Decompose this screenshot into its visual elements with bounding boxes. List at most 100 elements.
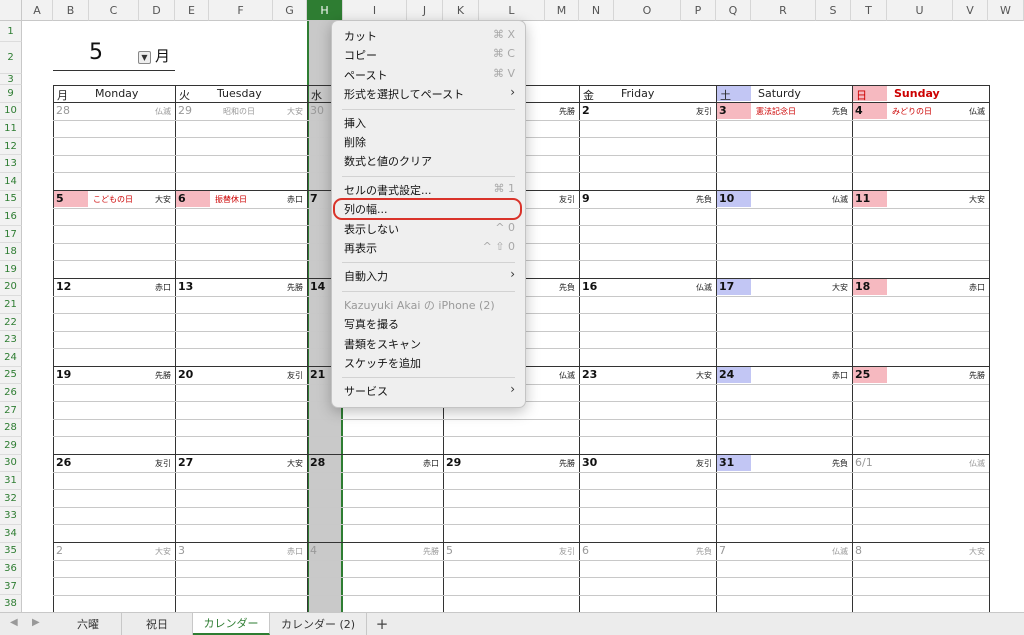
column-header-b[interactable]: B bbox=[53, 0, 89, 21]
row-header-32[interactable]: 32 bbox=[0, 489, 22, 508]
day-number[interactable]: 3 bbox=[178, 544, 185, 557]
row-header-24[interactable]: 24 bbox=[0, 349, 22, 367]
row-header-18[interactable]: 18 bbox=[0, 243, 22, 261]
row-header-28[interactable]: 28 bbox=[0, 419, 22, 437]
column-header-t[interactable]: T bbox=[851, 0, 887, 21]
row-header-34[interactable]: 34 bbox=[0, 525, 22, 543]
day-number[interactable]: 21 bbox=[310, 368, 325, 381]
row-header-37[interactable]: 37 bbox=[0, 577, 22, 596]
menu-item[interactable]: 挿入 bbox=[344, 115, 366, 131]
row-header-19[interactable]: 19 bbox=[0, 261, 22, 279]
row-header-10[interactable]: 10 bbox=[0, 102, 22, 121]
day-number[interactable]: 5 bbox=[56, 192, 64, 205]
day-number[interactable]: 12 bbox=[56, 280, 71, 293]
column-header-k[interactable]: K bbox=[443, 0, 479, 21]
day-number[interactable]: 29 bbox=[178, 104, 192, 117]
row-header-3[interactable]: 3 bbox=[0, 74, 22, 85]
row-header-21[interactable]: 21 bbox=[0, 296, 22, 314]
day-number[interactable]: 27 bbox=[178, 456, 193, 469]
day-number[interactable]: 5 bbox=[446, 544, 453, 557]
row-header-2[interactable]: 2 bbox=[0, 42, 22, 74]
day-number[interactable]: 14 bbox=[310, 280, 325, 293]
row-header-15[interactable]: 15 bbox=[0, 190, 22, 209]
select-all-corner[interactable] bbox=[0, 0, 22, 21]
day-number[interactable]: 3 bbox=[719, 104, 727, 117]
sheet-tab[interactable]: カレンダー bbox=[193, 613, 270, 635]
menu-item[interactable]: ペースト bbox=[344, 67, 387, 83]
row-header-9[interactable]: 9 bbox=[0, 85, 22, 103]
column-header-l[interactable]: L bbox=[479, 0, 545, 21]
row-header-30[interactable]: 30 bbox=[0, 454, 22, 473]
menu-item[interactable]: サービス bbox=[344, 383, 388, 399]
day-number[interactable]: 4 bbox=[855, 104, 863, 117]
row-header-13[interactable]: 13 bbox=[0, 155, 22, 173]
menu-item[interactable]: カット bbox=[344, 28, 377, 44]
column-header-a[interactable]: A bbox=[22, 0, 53, 21]
menu-item[interactable]: 形式を選択してペースト bbox=[344, 86, 464, 102]
day-number[interactable]: 2 bbox=[56, 544, 63, 557]
row-header-25[interactable]: 25 bbox=[0, 366, 22, 385]
day-number[interactable]: 7 bbox=[310, 192, 318, 205]
column-header-e[interactable]: E bbox=[175, 0, 209, 21]
sheet-tab[interactable]: カレンダー (2) bbox=[270, 613, 367, 635]
column-header-w[interactable]: W bbox=[988, 0, 1024, 21]
day-number[interactable]: 24 bbox=[719, 368, 734, 381]
column-header-o[interactable]: O bbox=[614, 0, 681, 21]
menu-item[interactable]: 自動入力 bbox=[344, 268, 388, 284]
day-number[interactable]: 20 bbox=[178, 368, 193, 381]
menu-item[interactable]: 削除 bbox=[344, 134, 366, 150]
row-header-23[interactable]: 23 bbox=[0, 331, 22, 349]
day-number[interactable]: 10 bbox=[719, 192, 734, 205]
add-sheet-button[interactable]: + bbox=[367, 613, 397, 635]
day-number[interactable]: 19 bbox=[56, 368, 71, 381]
column-header-j[interactable]: J bbox=[407, 0, 443, 21]
day-number[interactable]: 8 bbox=[855, 544, 862, 557]
row-header-33[interactable]: 33 bbox=[0, 507, 22, 525]
menu-item[interactable]: 再表示 bbox=[344, 240, 377, 256]
day-number[interactable]: 2 bbox=[582, 104, 590, 117]
day-number[interactable]: 16 bbox=[582, 280, 597, 293]
prev-sheet-icon[interactable]: ◀ bbox=[10, 617, 18, 628]
row-header-20[interactable]: 20 bbox=[0, 278, 22, 297]
day-number[interactable]: 30 bbox=[310, 104, 324, 117]
day-number[interactable]: 9 bbox=[582, 192, 590, 205]
day-number[interactable]: 13 bbox=[178, 280, 193, 293]
column-header-g[interactable]: G bbox=[273, 0, 307, 21]
menu-item[interactable]: 書類をスキャン bbox=[344, 336, 421, 352]
column-header-n[interactable]: N bbox=[579, 0, 614, 21]
day-number[interactable]: 29 bbox=[446, 456, 461, 469]
menu-item[interactable]: スケッチを追加 bbox=[344, 355, 421, 371]
row-header-12[interactable]: 12 bbox=[0, 137, 22, 156]
day-number[interactable]: 6/1 bbox=[855, 456, 873, 469]
day-number[interactable]: 25 bbox=[855, 368, 870, 381]
column-header-u[interactable]: U bbox=[887, 0, 953, 21]
column-header-m[interactable]: M bbox=[545, 0, 579, 21]
day-number[interactable]: 18 bbox=[855, 280, 870, 293]
menu-item[interactable]: コピー bbox=[344, 47, 377, 63]
dropdown-arrow-icon[interactable]: ▼ bbox=[138, 51, 151, 64]
day-number[interactable]: 31 bbox=[719, 456, 734, 469]
day-number[interactable]: 28 bbox=[310, 456, 325, 469]
row-header-17[interactable]: 17 bbox=[0, 225, 22, 244]
row-header-26[interactable]: 26 bbox=[0, 384, 22, 402]
column-header-s[interactable]: S bbox=[816, 0, 851, 21]
row-header-29[interactable]: 29 bbox=[0, 437, 22, 455]
column-header-q[interactable]: Q bbox=[716, 0, 751, 21]
column-header-c[interactable]: C bbox=[89, 0, 139, 21]
row-header-1[interactable]: 1 bbox=[0, 21, 22, 42]
row-header-22[interactable]: 22 bbox=[0, 313, 22, 332]
menu-item[interactable]: 表示しない bbox=[344, 221, 399, 237]
day-number[interactable]: 4 bbox=[310, 544, 317, 557]
row-header-31[interactable]: 31 bbox=[0, 472, 22, 490]
row-header-16[interactable]: 16 bbox=[0, 208, 22, 226]
day-number[interactable]: 23 bbox=[582, 368, 597, 381]
column-header-h[interactable]: H bbox=[307, 0, 343, 21]
column-header-f[interactable]: F bbox=[209, 0, 273, 21]
column-header-p[interactable]: P bbox=[681, 0, 716, 21]
column-header-i[interactable]: I bbox=[343, 0, 407, 21]
menu-item[interactable]: 数式と値のクリア bbox=[344, 153, 432, 169]
day-number[interactable]: 26 bbox=[56, 456, 71, 469]
column-header-v[interactable]: V bbox=[953, 0, 988, 21]
day-number[interactable]: 28 bbox=[56, 104, 70, 117]
day-number[interactable]: 7 bbox=[719, 544, 726, 557]
